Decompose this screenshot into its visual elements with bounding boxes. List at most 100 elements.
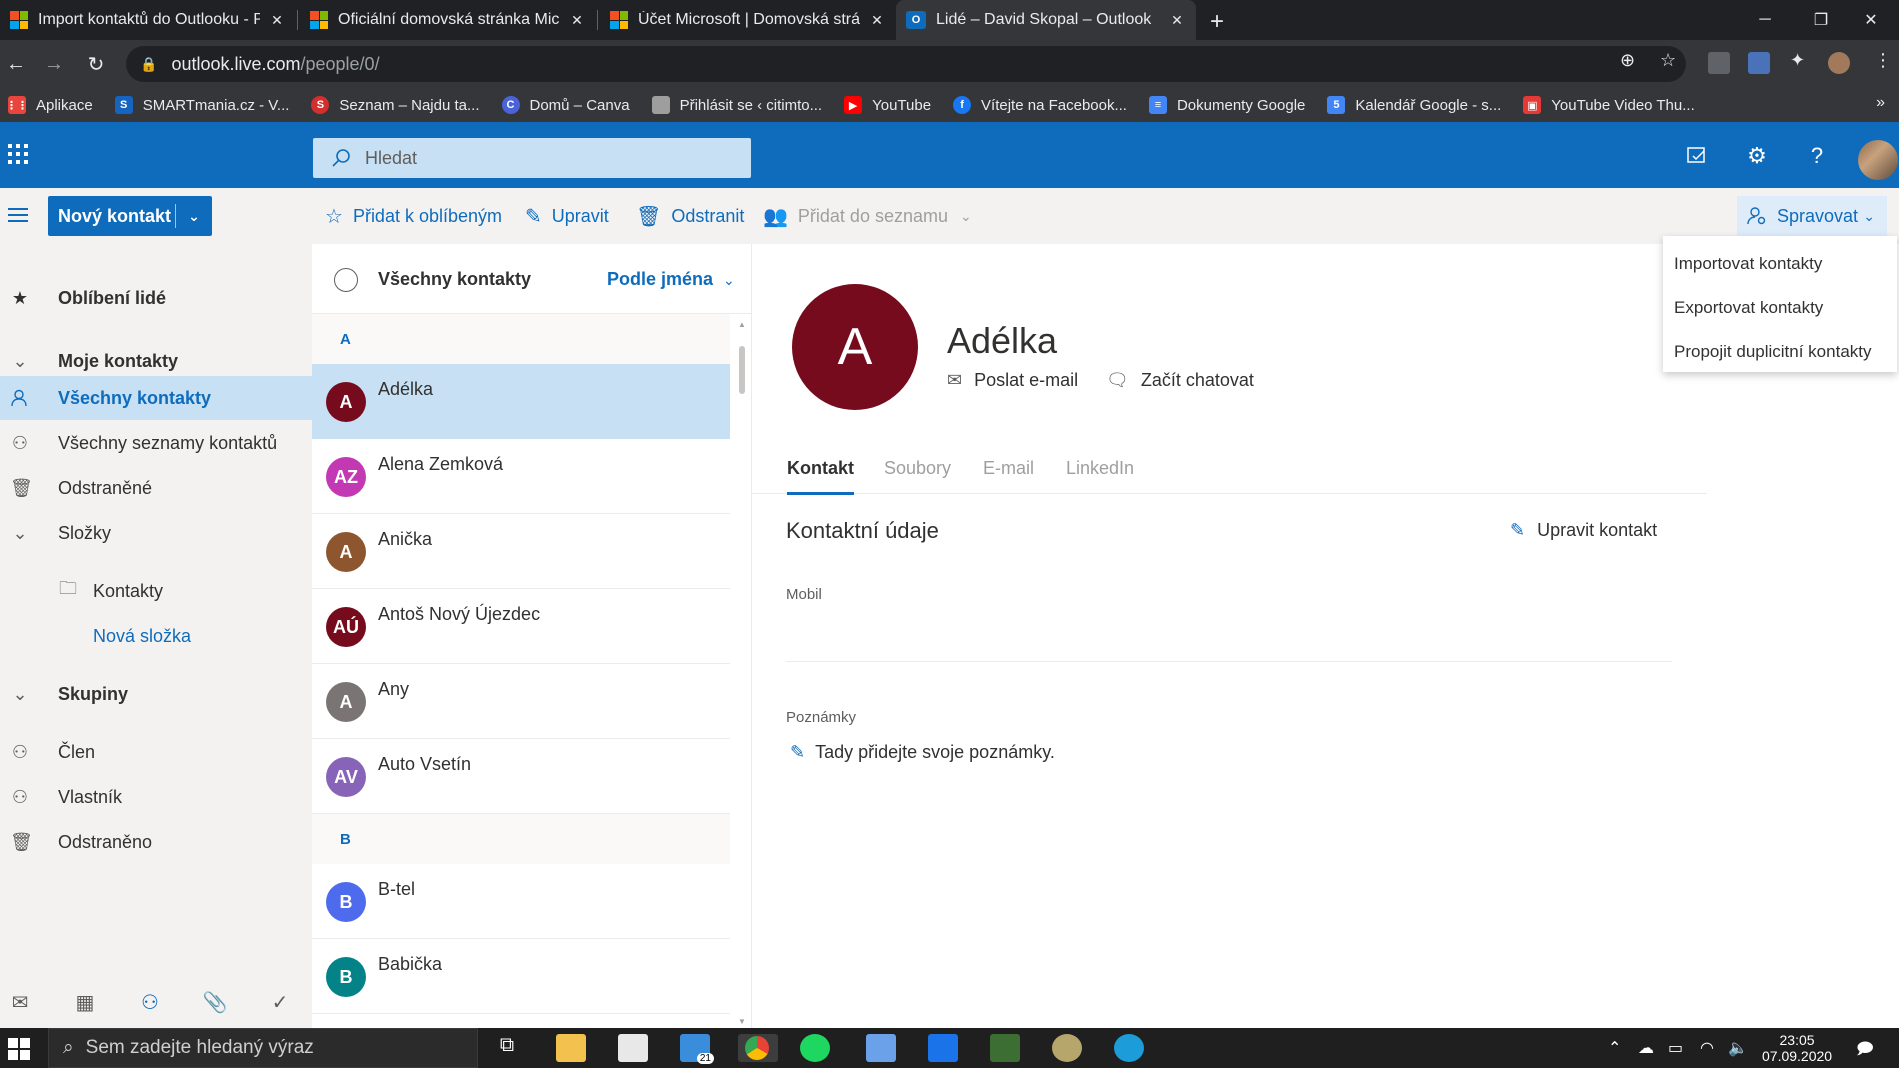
notifications-icon[interactable]: 🗩 xyxy=(1856,1038,1874,1065)
browser-tab-4[interactable]: O Lidé – David Skopal – Outlook ✕ xyxy=(896,0,1196,40)
store-icon[interactable] xyxy=(618,1034,648,1062)
task-view-icon[interactable]: ⧉ xyxy=(492,1034,522,1062)
bookmark-smartmania[interactable]: S SMARTmania.cz - V... xyxy=(114,96,289,114)
back-button[interactable]: ← xyxy=(4,52,28,76)
nav-all-contacts[interactable]: Všechny kontakty xyxy=(0,376,312,420)
chevron-right-icon[interactable]: » xyxy=(1876,94,1885,112)
close-icon[interactable]: ✕ xyxy=(568,11,586,29)
help-icon[interactable]: ? xyxy=(1805,143,1829,168)
start-chat-button[interactable]: 🗨 Začít chatovat xyxy=(1106,370,1254,391)
contact-row-adelka[interactable]: A Adélka xyxy=(312,364,730,439)
forward-button[interactable]: → xyxy=(42,52,66,76)
contact-row-auto-vsetin[interactable]: AV Auto Vsetín xyxy=(312,739,730,814)
nav-owner[interactable]: ⚇ Vlastník xyxy=(0,775,312,819)
nav-folder-contacts[interactable]: 🗀 Kontakty xyxy=(0,569,312,613)
send-email-button[interactable]: ✉ Poslat e-mail xyxy=(947,370,1078,391)
bookmark-youtube[interactable]: ▶ YouTube xyxy=(844,96,931,114)
close-icon[interactable]: ✕ xyxy=(268,11,286,29)
nav-groups[interactable]: ⌄ Skupiny xyxy=(0,672,312,716)
install-app-icon[interactable]: ⊕ xyxy=(1620,50,1635,71)
hamburger-menu-icon[interactable] xyxy=(8,208,28,226)
battery-icon[interactable]: ▭ xyxy=(1668,1038,1683,1058)
maximize-button[interactable]: ❐ xyxy=(1793,0,1849,40)
edit-button[interactable]: ✎ Upravit xyxy=(525,204,609,229)
file-explorer-icon[interactable] xyxy=(556,1034,586,1062)
paperclip-icon[interactable]: 📎 xyxy=(203,990,228,1014)
nav-favorites[interactable]: ★ Oblíbení lidé xyxy=(0,276,312,320)
nav-deleted[interactable]: 🗑 Odstraněné xyxy=(0,466,312,510)
chevron-up-icon[interactable]: ⌃ xyxy=(1608,1038,1621,1058)
bookmark-google-docs[interactable]: ≡ Dokumenty Google xyxy=(1148,96,1305,114)
tab-linkedin[interactable]: LinkedIn xyxy=(1066,458,1134,479)
profile-avatar-icon[interactable] xyxy=(1828,52,1850,74)
nav-all-contact-lists[interactable]: ⚇ Všechny seznamy kontaktů xyxy=(0,421,312,465)
bookmark-star-icon[interactable]: ☆ xyxy=(1660,50,1676,71)
facebook-extension-icon[interactable] xyxy=(1708,52,1730,74)
my-day-icon[interactable] xyxy=(1685,144,1709,168)
search-input[interactable]: Hledat xyxy=(313,138,751,178)
contact-row-antos[interactable]: AÚ Antoš Nový Újezdec xyxy=(312,589,730,664)
add-to-favorites-button[interactable]: ☆ Přidat k oblíbeným xyxy=(325,204,502,229)
add-notes-button[interactable]: ✎ Tady přidejte svoje poznámky. xyxy=(790,742,1055,763)
chevron-down-icon[interactable]: ⌄ xyxy=(10,684,30,705)
chevron-down-icon[interactable]: ⌄ xyxy=(10,351,30,372)
nav-removed[interactable]: 🗑 Odstraněno xyxy=(0,820,312,864)
menu-item-merge-duplicates[interactable]: Propojit duplicitní kontakty xyxy=(1663,330,1897,374)
new-tab-button[interactable]: + xyxy=(1210,8,1224,36)
add-to-list-button[interactable]: 👥 Přidat do seznamu ⌄ xyxy=(763,204,972,229)
calendar-app-icon[interactable] xyxy=(928,1034,958,1062)
bookmark-citimto[interactable]: Přihlásit se ‹ citimto... xyxy=(651,96,822,114)
save-extension-icon[interactable] xyxy=(1748,52,1770,74)
reload-button[interactable]: ↻ xyxy=(84,52,108,76)
bookmark-facebook[interactable]: f Vítejte na Facebook... xyxy=(953,96,1127,114)
edge-icon[interactable] xyxy=(1114,1034,1144,1062)
browser-tab-2[interactable]: Oficiální domovská stránka Micro ✕ xyxy=(300,0,596,40)
contact-row-anicka[interactable]: A Anička xyxy=(312,514,730,589)
scroll-down-icon[interactable]: ▼ xyxy=(738,1017,746,1026)
url-input[interactable]: 🔒 outlook.live.com/people/0/ xyxy=(126,46,1686,82)
spotify-icon[interactable] xyxy=(800,1034,830,1062)
mail-icon[interactable]: ✉ xyxy=(8,990,32,1014)
chevron-down-icon[interactable]: ⌄ xyxy=(10,523,30,544)
user-avatar[interactable] xyxy=(1858,140,1898,180)
paint-icon[interactable] xyxy=(1052,1034,1082,1062)
edit-contact-button[interactable]: ✎ Upravit kontakt xyxy=(1510,520,1657,541)
windows-start-icon[interactable] xyxy=(8,1038,30,1060)
manage-button[interactable]: Spravovat ⌄ xyxy=(1737,196,1887,236)
calendar-icon[interactable]: ▦ xyxy=(73,990,97,1014)
people-icon[interactable]: ⚇ xyxy=(138,990,162,1014)
onedrive-icon[interactable]: ☁ xyxy=(1638,1038,1654,1058)
close-icon[interactable]: ✕ xyxy=(1168,11,1186,29)
list-scrollbar[interactable]: ▲ ▼ xyxy=(734,314,750,1028)
sort-dropdown[interactable]: Podle jména ⌄ xyxy=(607,269,735,290)
bookmark-canva[interactable]: C Domů – Canva xyxy=(501,96,630,114)
wifi-icon[interactable]: ◠ xyxy=(1700,1038,1714,1058)
bookmark-youtube-thumb[interactable]: ▣ YouTube Video Thu... xyxy=(1523,96,1695,114)
chrome-icon[interactable] xyxy=(738,1034,778,1062)
app-launcher-icon[interactable] xyxy=(8,144,28,164)
bookmark-apps[interactable]: ⋮⋮ Aplikace xyxy=(6,96,93,114)
taskbar-search-input[interactable]: ⌕ Sem zadejte hledaný výraz xyxy=(48,1028,478,1068)
gear-icon[interactable]: ⚙ xyxy=(1745,143,1769,168)
volume-icon[interactable]: 🔈 xyxy=(1728,1038,1748,1058)
scroll-up-icon[interactable]: ▲ xyxy=(738,320,746,329)
taskbar-clock[interactable]: 23:05 07.09.2020 xyxy=(1762,1032,1832,1064)
tab-email[interactable]: E-mail xyxy=(983,458,1034,479)
chevron-down-icon[interactable]: ⌄ xyxy=(176,208,212,225)
menu-item-import[interactable]: Importovat kontakty xyxy=(1663,242,1897,286)
new-contact-button[interactable]: Nový kontakt ⌄ xyxy=(48,196,212,236)
bookmark-seznam[interactable]: S Seznam – Najdu ta... xyxy=(311,96,480,114)
close-icon[interactable]: ✕ xyxy=(868,11,886,29)
nav-folders[interactable]: ⌄ Složky xyxy=(0,511,312,555)
bookmark-google-calendar[interactable]: 5 Kalendář Google - s... xyxy=(1327,96,1501,114)
delete-button[interactable]: 🗑 Odstranit xyxy=(636,204,744,229)
mail-app-icon[interactable]: 21 xyxy=(680,1034,714,1064)
sticky-app-icon[interactable] xyxy=(990,1034,1020,1062)
browser-tab-3[interactable]: Účet Microsoft | Domovská strán ✕ xyxy=(600,0,896,40)
calculator-icon[interactable] xyxy=(866,1034,896,1062)
contact-row-babicka[interactable]: B Babička xyxy=(312,939,730,1014)
browser-tab-1[interactable]: Import kontaktů do Outlooku - P ✕ xyxy=(0,0,296,40)
scroll-thumb[interactable] xyxy=(739,346,745,394)
contact-row-any[interactable]: A Any xyxy=(312,664,730,739)
contact-row-alena-zemkova[interactable]: AZ Alena Zemková xyxy=(312,439,730,514)
